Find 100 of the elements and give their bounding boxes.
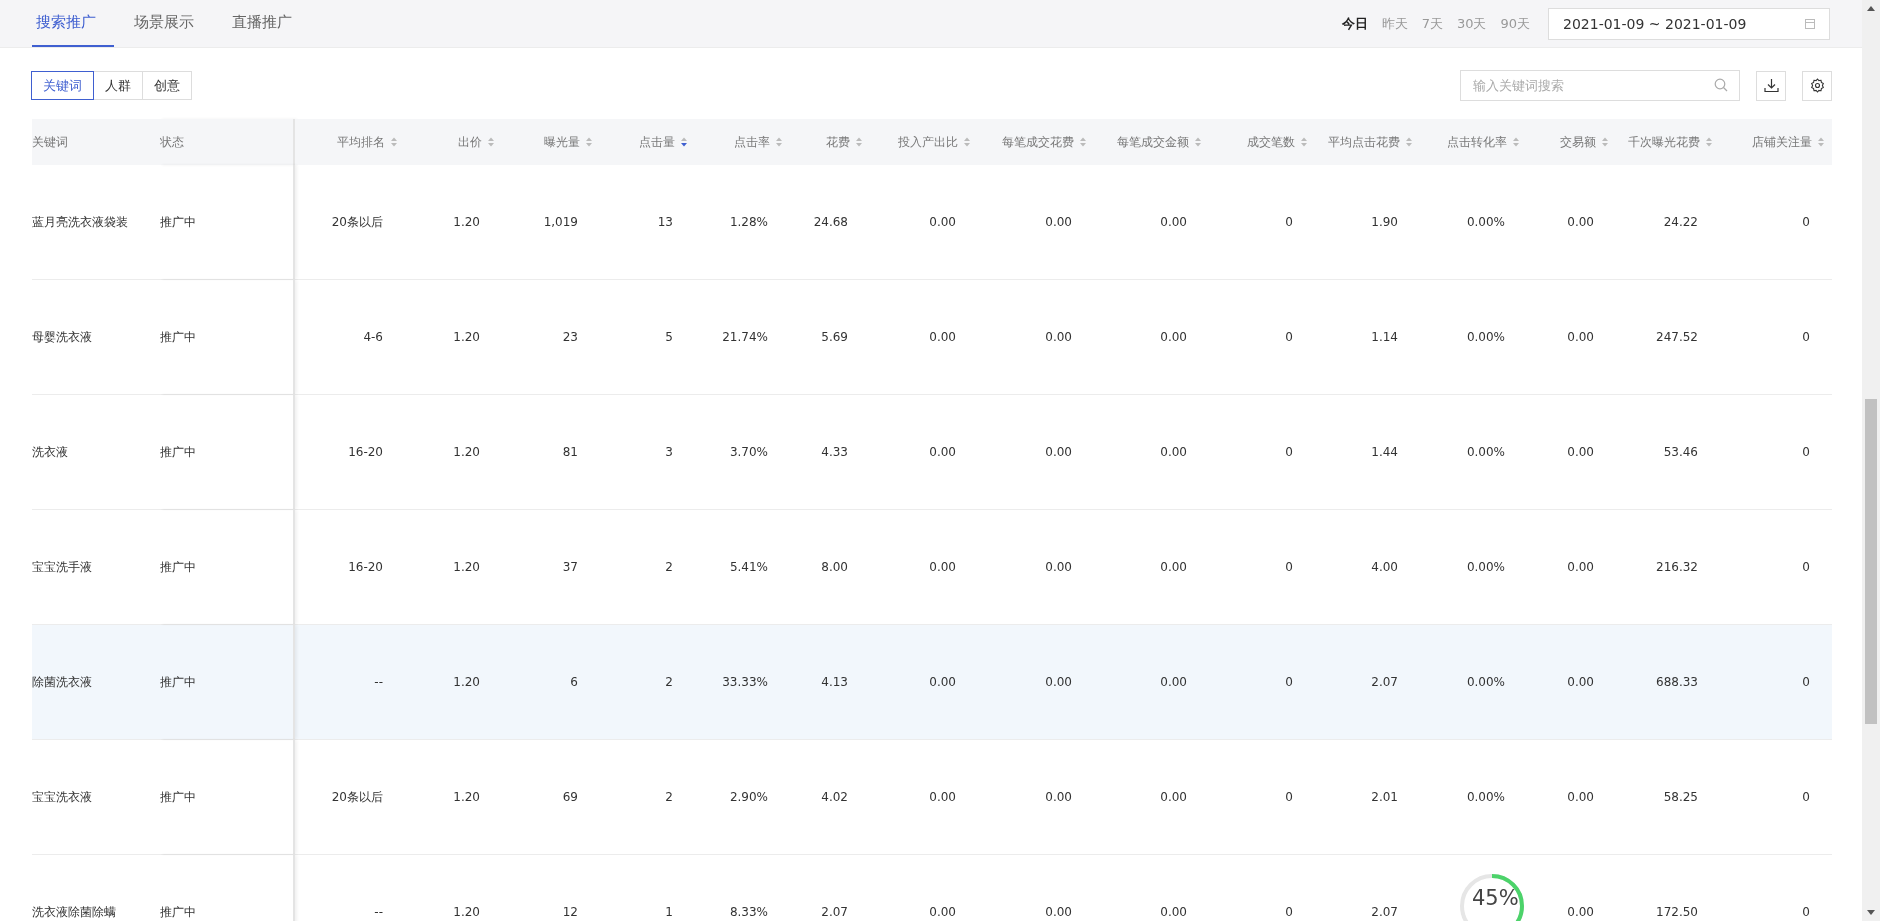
column-header[interactable]: 平均点击花费 (1315, 119, 1420, 165)
table-cell-text: 0.00 (928, 559, 957, 576)
column-header[interactable]: 点击率 (695, 119, 790, 165)
table-cell-text: 12 (561, 904, 579, 921)
table-cell-text: 20条以后 (330, 213, 384, 231)
column-header[interactable]: 出价 (405, 119, 502, 165)
table-cell-text: 0 (1801, 674, 1811, 691)
speed-meter-toast[interactable]: 45% (1458, 872, 1526, 921)
column-header[interactable]: 店铺关注量 (1720, 119, 1832, 165)
table-row[interactable]: 母婴洗衣液 推广中 4-6 1.20 23 5 21.74% 5.69 0.00 0.00 0.00 0 1.14 0.00% 0.00 247.52 0 (32, 280, 1832, 395)
table-cell-text: 洗衣液除菌除螨 (32, 903, 117, 921)
search-field[interactable]: 输入关键词搜索 (1460, 70, 1740, 101)
table-cell-text: 0.00 (1159, 214, 1188, 231)
column-header[interactable]: 花费 (790, 119, 870, 165)
table-cell-text: 0.00 (1159, 329, 1188, 346)
table-cell-text: 1.44 (1370, 444, 1399, 461)
settings-icon (1809, 78, 1825, 93)
column-header[interactable]: 平均排名 (295, 119, 405, 165)
scroll-up-icon[interactable] (1867, 6, 1875, 11)
date-range-link[interactable]: 7天 (1415, 14, 1449, 33)
tab[interactable]: 搜索推广 (32, 0, 114, 47)
scrollbar-thumb[interactable] (1865, 399, 1877, 724)
table-cell-text: 1.90 (1370, 214, 1399, 231)
table-cell-text: 0.00 (1159, 789, 1188, 806)
table-cell: 推广中 (160, 740, 295, 854)
table-cell: 推广中 (160, 855, 295, 921)
table-cell-text: 216.32 (1655, 559, 1699, 576)
table-cell-text: 33.33% (721, 674, 769, 691)
table-cell-text: 1.14 (1370, 329, 1399, 346)
date-range-link[interactable]: 30天 (1450, 14, 1493, 33)
table-cell-text: 16-20 (347, 444, 384, 461)
table-cell-text: 0 (1801, 329, 1811, 346)
table-row[interactable]: 蓝月亮洗衣液袋装 推广中 20条以后 1.20 1,019 13 1.28% 24.68 0.00 0.00 0.00 0 1.90 0.00% 0.00 24.22 0 (32, 165, 1832, 280)
column-header[interactable]: 千次曝光花费 (1616, 119, 1720, 165)
table-cell-text: 4.33 (820, 444, 849, 461)
segment-button[interactable]: 人群 (93, 71, 143, 100)
tab[interactable]: 直播推广 (228, 0, 310, 47)
column-header[interactable]: 投入产出比 (870, 119, 978, 165)
segment-button[interactable]: 创意 (142, 71, 192, 100)
segment-button[interactable]: 关键词 (31, 71, 94, 100)
table-cell-text: 0.00% (1465, 559, 1506, 576)
date-range-link[interactable]: 昨天 (1375, 14, 1414, 33)
date-range-link[interactable]: 今日 (1335, 14, 1374, 33)
table-cell-text: 0.00 (1044, 214, 1073, 231)
table-cell-text: 0.00 (1566, 329, 1595, 346)
table-cell-text: 8.33% (728, 904, 769, 921)
table-cell-text: 0.00 (1159, 559, 1188, 576)
table-cell-text: 1.28% (728, 214, 769, 231)
table-cell-text: 2.01 (1370, 789, 1399, 806)
table-cell-text: 洗衣液 (32, 443, 69, 461)
table-cell: 推广中 (160, 165, 295, 279)
column-header[interactable]: 成交笔数 (1209, 119, 1315, 165)
table-cell-text: 5.69 (820, 329, 849, 346)
table-cell-text: 37 (561, 559, 579, 576)
table-cell-text: 0.00 (1044, 559, 1073, 576)
table-cell: 推广中 (160, 395, 295, 509)
table-cell-text: 4-6 (362, 329, 384, 346)
table-cell-text: 0 (1801, 559, 1811, 576)
table-cell-text: 0.00 (928, 214, 957, 231)
column-header[interactable]: 每笔成交花费 (978, 119, 1094, 165)
table-cell-text: 20条以后 (330, 788, 384, 806)
column-header[interactable]: 点击量 (600, 119, 695, 165)
table-cell-text: 0.00 (1044, 329, 1073, 346)
column-header[interactable]: 点击转化率 (1420, 119, 1527, 165)
download-icon (1763, 78, 1779, 93)
table-row[interactable]: 除菌洗衣液 推广中 -- 1.20 6 2 33.33% 4.13 0.00 0.00 0.00 0 2.07 0.00% 0.00 688.33 0 (32, 625, 1832, 740)
table-cell-text: 8.00 (820, 559, 849, 576)
tab[interactable]: 场景展示 (130, 0, 212, 47)
column-header[interactable]: 每笔成交金额 (1094, 119, 1209, 165)
table-cell-text: 0 (1284, 329, 1294, 346)
table-cell-text: 0.00 (1566, 789, 1595, 806)
settings-button[interactable] (1802, 70, 1832, 101)
table-row[interactable]: 洗衣液 推广中 16-20 1.20 81 3 3.70% 4.33 0.00 0.00 0.00 0 1.44 0.00% 0.00 53.46 0 (32, 395, 1832, 510)
column-header[interactable]: 交易额 (1527, 119, 1616, 165)
table-cell-text: 0 (1284, 904, 1294, 921)
search-icon (1714, 78, 1728, 92)
table-cell-text: 2 (664, 789, 674, 806)
scrollbar[interactable] (1862, 0, 1880, 921)
table-cell-text: 1.20 (452, 674, 481, 691)
percentage-label: 45% (1472, 886, 1519, 910)
table-cell-text: 1.20 (452, 329, 481, 346)
download-button[interactable] (1756, 70, 1786, 101)
table-row[interactable]: 宝宝洗衣液 推广中 20条以后 1.20 69 2 2.90% 4.02 0.00 0.00 0.00 0 2.01 0.00% 0.00 58.25 0 (32, 740, 1832, 855)
table-cell-text: 母婴洗衣液 (32, 328, 93, 346)
table-cell-text: 2.07 (1370, 674, 1399, 691)
table-cell-text: 4.02 (820, 789, 849, 806)
table-cell-text: 0.00 (1566, 214, 1595, 231)
table-cell-text: 5 (664, 329, 674, 346)
table-cell-text: 蓝月亮洗衣液袋装 (32, 213, 129, 231)
date-range-field[interactable]: 2021-01-09 ~ 2021-01-09 (1548, 7, 1830, 40)
table-cell-text: 58.25 (1662, 789, 1699, 806)
table-cell-text: 0.00 (1044, 789, 1073, 806)
table-cell-text: 0 (1801, 904, 1811, 921)
table-cell-text: -- (373, 904, 384, 921)
date-range-link[interactable]: 90天 (1494, 14, 1536, 33)
table-cell-text: 688.33 (1655, 674, 1699, 691)
scroll-down-icon[interactable] (1867, 910, 1875, 915)
column-header[interactable]: 曝光量 (502, 119, 600, 165)
table-cell-text: 3 (664, 444, 674, 461)
table-cell-text: 0.00% (1465, 214, 1506, 231)
